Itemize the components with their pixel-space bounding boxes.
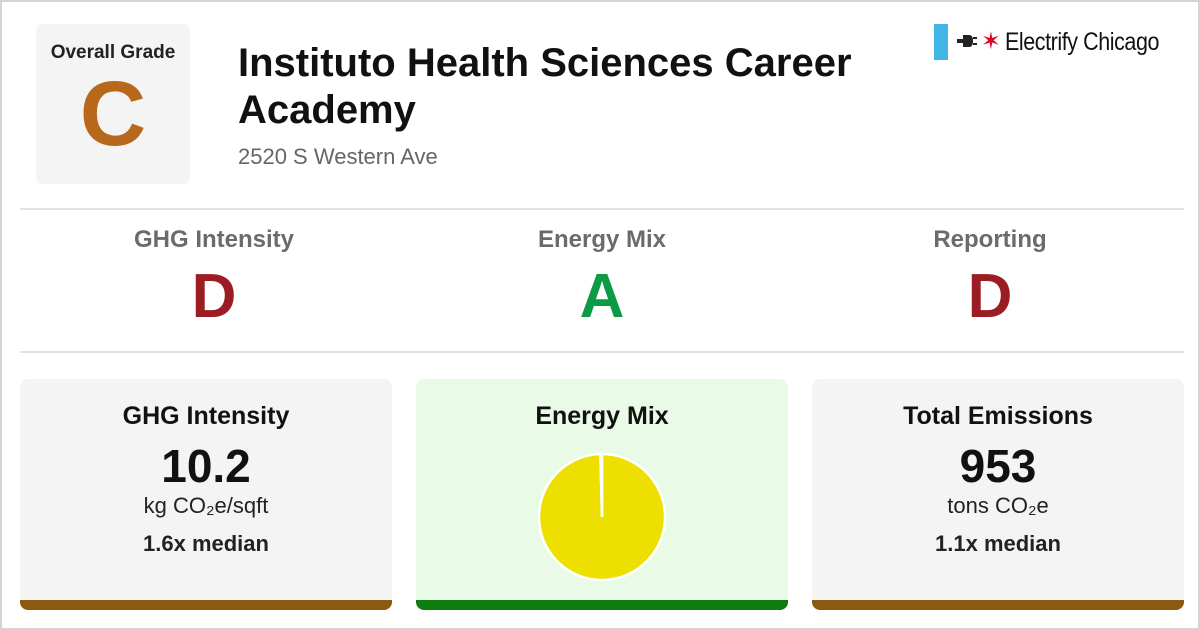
plug-icon — [956, 32, 977, 53]
subgrade-label: Energy Mix — [537, 226, 667, 253]
divider — [20, 351, 1184, 353]
ghg-intensity-value: 10.2 — [161, 440, 251, 492]
brand-name: Electrify Chicago — [1004, 27, 1159, 56]
subgrades-row: GHG Intensity D Energy Mix A Reporting D — [20, 226, 1184, 342]
overall-grade-box: Overall Grade C — [36, 24, 190, 184]
ghg-intensity-median: 1.6x median — [143, 531, 269, 556]
card-title: GHG Intensity — [122, 402, 290, 430]
card-title: Energy Mix — [535, 402, 669, 430]
overall-grade-letter: C — [79, 63, 147, 165]
subgrade-ghg-intensity: GHG Intensity D — [20, 226, 408, 342]
energy-mix-card: Energy Mix — [416, 379, 788, 610]
divider — [20, 208, 1184, 210]
chicago-flag-bar-icon — [934, 24, 948, 60]
total-emissions-unit: tons CO₂e — [947, 493, 1049, 518]
subgrade-letter: A — [579, 262, 625, 331]
card-bottom-bar — [812, 600, 1184, 610]
subgrade-reporting: Reporting D — [796, 226, 1184, 342]
total-emissions-median: 1.1x median — [935, 531, 1061, 556]
building-header: Instituto Health Sciences Career Academy… — [238, 40, 898, 170]
pie-slice-1 — [599, 452, 604, 518]
card-bottom-bar — [20, 600, 392, 610]
share-card: Overall Grade C Instituto Health Science… — [0, 0, 1200, 630]
pie-svg — [537, 452, 667, 582]
ghg-intensity-unit: kg CO₂e/sqft — [143, 493, 269, 518]
subgrade-letter: D — [967, 262, 1013, 331]
building-name: Instituto Health Sciences Career Academy — [238, 41, 852, 132]
total-emissions-value: 953 — [959, 440, 1037, 492]
card-title: Total Emissions — [903, 402, 1093, 430]
ghg-intensity-card: GHG Intensity 10.2 kg CO₂e/sqft 1.6x med… — [20, 379, 392, 610]
overall-grade-label: Overall Grade — [50, 42, 176, 63]
subgrade-energy-mix: Energy Mix A — [408, 226, 796, 342]
subgrade-letter: D — [191, 262, 237, 331]
brand-logo[interactable]: ✶ Electrify Chicago — [934, 24, 1184, 60]
card-bottom-bar — [416, 600, 788, 610]
energy-mix-pie-chart — [416, 451, 788, 583]
subgrade-label: Reporting — [933, 226, 1047, 253]
subgrade-label: GHG Intensity — [133, 226, 295, 253]
building-address: 2520 S Western Ave — [238, 144, 438, 169]
chicago-star-icon: ✶ — [980, 28, 1001, 55]
total-emissions-card: Total Emissions 953 tons CO₂e 1.1x media… — [812, 379, 1184, 610]
